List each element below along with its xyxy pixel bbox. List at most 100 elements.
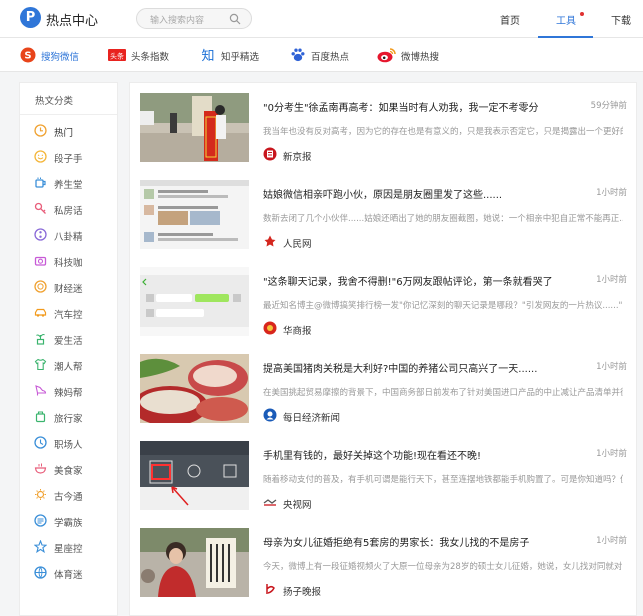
sidebar-divider — [20, 114, 117, 115]
category-label: 科技咖 — [54, 258, 83, 269]
category-item-scholars[interactable]: 学霸族 — [20, 508, 117, 534]
feed-item[interactable]: 手机里有钱的，最好关掉这个功能!现在看还不晚! 1小时前 随着移动支付的普及，有… — [130, 431, 636, 518]
tea-icon — [35, 177, 46, 188]
category-label: 财经迷 — [54, 284, 83, 295]
headline-link[interactable]: 提高美国猪肉关税是大利好?中国的养猪公司只高兴了一天...... — [263, 360, 578, 375]
source-logo-icon — [264, 235, 276, 247]
source-name-link[interactable]: 央视网 — [283, 497, 312, 511]
category-item-private-talk[interactable]: 私房话 — [20, 196, 117, 222]
publish-time: 1小时前 — [596, 275, 627, 285]
category-label: 体育迷 — [54, 570, 83, 581]
tab-sogou-weixin[interactable]: S 搜狗微信 — [20, 38, 90, 72]
category-item-fashion[interactable]: 潮人帮 — [20, 352, 117, 378]
feed-item[interactable]: "这条聊天记录，我舍不得删!"6万网友跟帖评论，第一条就看哭了 1小时前 最近知… — [130, 257, 636, 344]
category-item-life[interactable]: 爱生活 — [20, 326, 117, 352]
lantern-icon — [35, 489, 46, 500]
book-icon — [34, 514, 47, 527]
svg-text:S: S — [24, 51, 31, 62]
category-item-finance[interactable]: 财经迷 — [20, 274, 117, 300]
category-label: 古今通 — [54, 492, 83, 503]
thumbnail-image[interactable] — [140, 267, 249, 336]
category-label: 段子手 — [54, 154, 83, 165]
camera-icon — [34, 256, 47, 266]
feed-item[interactable]: "0分考生"徐孟南再高考：如果当时有人劝我，我一定不考零分 59分钟前 我当年也… — [130, 83, 636, 170]
category-item-cars[interactable]: 汽车控 — [20, 300, 117, 326]
tab-weibo-hot[interactable]: 微博热搜 — [377, 38, 447, 72]
category-item-health[interactable]: 养生堂 — [20, 170, 117, 196]
summary-text: 最近知名博主@微博搞笑排行榜一发"你记忆深刻的聊天记录是哪段？"引发网友的一片热… — [263, 301, 623, 311]
source-logo-icon — [263, 499, 277, 506]
thumbnail-image[interactable] — [140, 93, 249, 162]
category-item-sports[interactable]: 体育迷 — [20, 560, 117, 586]
site-title[interactable]: 热点中心 — [46, 10, 98, 29]
bowl-icon — [34, 463, 47, 474]
nav-home-link[interactable]: 首页 — [500, 12, 520, 27]
zhihu-icon: 知 — [201, 48, 214, 63]
category-item-horoscope[interactable]: 星座控 — [20, 534, 117, 560]
category-label: 学霸族 — [54, 518, 83, 529]
tab-label: 微博热搜 — [401, 52, 440, 63]
feed-item[interactable]: 提高美国猪肉关税是大利好?中国的养猪公司只高兴了一天...... 1小时前 在美… — [130, 344, 636, 431]
publish-time: 59分钟前 — [590, 101, 627, 111]
feed-item[interactable]: 母亲为女儿征婚拒绝有5套房的男家长：我女儿找的不是房子 1小时前 今天，微博上有… — [130, 518, 636, 605]
coin-icon — [34, 280, 47, 293]
tab-label: 知乎精选 — [221, 52, 260, 63]
tab-toutiao-index[interactable]: 头条 头条指数 — [108, 38, 178, 72]
plant-icon — [36, 333, 45, 345]
summary-text: 今天，微博上有一段征婚视频火了大原一位母亲为28岁的硕士女儿征婚，她说，女儿找对… — [263, 562, 623, 572]
category-item-food[interactable]: 美食家 — [20, 456, 117, 482]
star-icon — [34, 540, 47, 553]
category-item-hot[interactable]: 热门 — [20, 118, 117, 144]
search-icon[interactable] — [229, 13, 241, 25]
category-item-moms[interactable]: 辣妈帮 — [20, 378, 117, 404]
tab-label: 头条指数 — [131, 52, 170, 63]
search-placeholder: 输入搜索内容 — [150, 16, 205, 26]
toutiao-icon: 头条 — [108, 49, 126, 61]
nav-tools-link[interactable]: 工具 — [538, 0, 593, 38]
tab-zhihu-selected[interactable]: 知 知乎精选 — [200, 38, 270, 72]
feed-item[interactable]: 姑娘微信相亲吓跑小伙，原因是朋友圈里发了这些...... 1小时前 数新去闭了几… — [130, 170, 636, 257]
notification-dot — [580, 12, 584, 16]
zhihu-badge-text: 知 — [201, 48, 214, 63]
shirt-icon — [34, 358, 47, 371]
headline-link[interactable]: 手机里有钱的，最好关掉这个功能!现在看还不晚! — [263, 447, 578, 462]
headline-link[interactable]: 母亲为女儿征婚拒绝有5套房的男家长：我女儿找的不是房子 — [263, 534, 578, 549]
source-name-link[interactable]: 人民网 — [283, 236, 312, 250]
source-name-link[interactable]: 每日经济新闻 — [283, 410, 340, 424]
category-label: 辣妈帮 — [54, 388, 83, 399]
source-logo-icon — [263, 321, 277, 335]
category-item-jokes[interactable]: 段子手 — [20, 144, 117, 170]
tab-baidu-hot[interactable]: 百度热点 — [290, 38, 360, 72]
category-sidebar: 热文分类 热门 段子手 养生堂 私房话 八卦精 科技咖 财经迷 汽车控 爱生活 … — [19, 82, 118, 616]
search-input[interactable]: 输入搜索内容 — [136, 8, 252, 29]
thumbnail-image[interactable] — [140, 180, 249, 249]
category-item-gossip[interactable]: 八卦精 — [20, 222, 117, 248]
tab-label: 搜狗微信 — [41, 52, 80, 63]
headline-link[interactable]: "这条聊天记录，我舍不得删!"6万网友跟帖评论，第一条就看哭了 — [263, 273, 578, 288]
category-label: 美食家 — [54, 466, 83, 477]
shoe-icon — [35, 385, 47, 396]
publish-time: 1小时前 — [596, 188, 627, 198]
logo-icon[interactable]: P — [20, 7, 41, 28]
publish-time: 1小时前 — [596, 536, 627, 546]
nav-download-link[interactable]: 下载 — [611, 12, 631, 27]
thumbnail-image[interactable] — [140, 354, 249, 423]
source-name-link[interactable]: 新京报 — [283, 149, 312, 163]
nav-tools-label: 工具 — [556, 16, 576, 27]
car-icon — [34, 308, 47, 317]
category-item-history[interactable]: 古今通 — [20, 482, 117, 508]
headline-link[interactable]: "0分考生"徐孟南再高考：如果当时有人劝我，我一定不考零分 — [263, 99, 578, 114]
top-bar: P 热点中心 输入搜索内容 首页 工具 下载 — [0, 0, 643, 38]
source-name-link[interactable]: 华商报 — [283, 323, 312, 337]
source-name-link[interactable]: 扬子晚报 — [283, 584, 321, 598]
category-item-tech[interactable]: 科技咖 — [20, 248, 117, 274]
thumbnail-image[interactable] — [140, 528, 249, 597]
category-label: 汽车控 — [54, 310, 83, 321]
feed-item[interactable] — [130, 605, 636, 615]
headline-link[interactable]: 姑娘微信相亲吓跑小伙，原因是朋友圈里发了这些...... — [263, 186, 578, 201]
category-item-workplace[interactable]: 职场人 — [20, 430, 117, 456]
thumbnail-image[interactable] — [140, 441, 249, 510]
category-item-travel[interactable]: 旅行家 — [20, 404, 117, 430]
baidu-icon — [291, 48, 305, 62]
news-feed: "0分考生"徐孟南再高考：如果当时有人劝我，我一定不考零分 59分钟前 我当年也… — [129, 82, 637, 616]
